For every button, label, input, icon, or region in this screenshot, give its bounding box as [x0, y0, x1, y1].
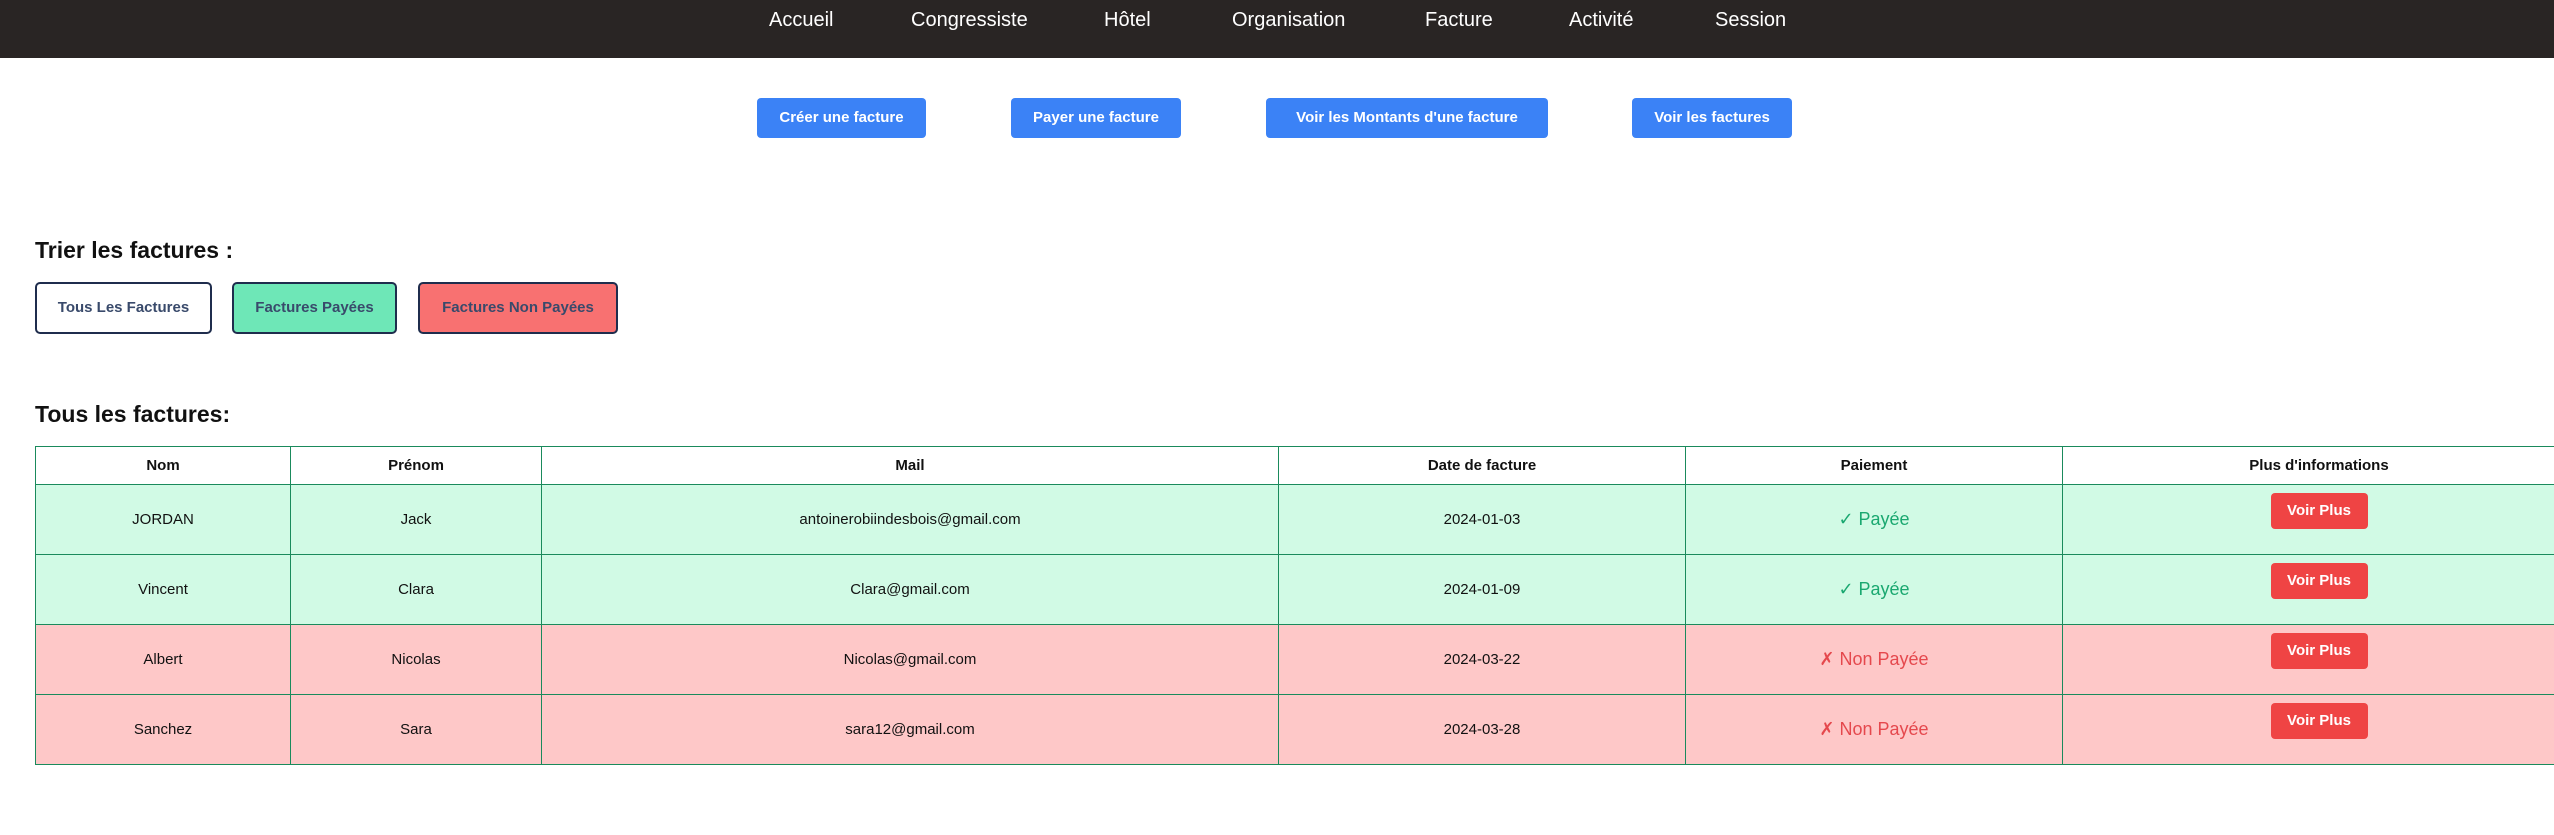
filter-unpaid-button[interactable]: Factures Non Payées	[418, 282, 618, 334]
cell-action: Voir Plus	[2062, 484, 2554, 555]
table-row: Sanchez Sara sara12@gmail.com 2024-03-28…	[35, 694, 2554, 765]
header-paiement: Paiement	[1685, 446, 2063, 485]
cell-mail: sara12@gmail.com	[541, 694, 1279, 765]
header-mail: Mail	[541, 446, 1279, 485]
see-more-button[interactable]: Voir Plus	[2270, 632, 2368, 669]
pay-invoice-button[interactable]: Payer une facture	[1011, 98, 1181, 138]
cell-action: Voir Plus	[2062, 694, 2554, 765]
see-more-button[interactable]: Voir Plus	[2270, 492, 2368, 529]
cell-status: ✗ Non Payée	[1685, 624, 2063, 695]
nav-item-congressiste[interactable]: Congressiste	[911, 6, 1028, 34]
unpaid-status-badge: ✗ Non Payée	[1819, 649, 1929, 669]
invoices-table-title: Tous les factures:	[35, 401, 231, 427]
cell-status: ✓ Payée	[1685, 554, 2063, 625]
nav-item-facture[interactable]: Facture	[1425, 6, 1493, 34]
cell-nom: Albert	[35, 624, 291, 695]
table-row: Albert Nicolas Nicolas@gmail.com 2024-03…	[35, 624, 2554, 695]
cell-prenom: Clara	[290, 554, 542, 625]
cell-nom: Vincent	[35, 554, 291, 625]
unpaid-status-badge: ✗ Non Payée	[1819, 719, 1929, 739]
filter-paid-button[interactable]: Factures Payées	[232, 282, 397, 334]
cell-status: ✓ Payée	[1685, 484, 2063, 555]
cell-nom: Sanchez	[35, 694, 291, 765]
cell-status: ✗ Non Payée	[1685, 694, 2063, 765]
header-date: Date de facture	[1278, 446, 1686, 485]
cell-mail: Nicolas@gmail.com	[541, 624, 1279, 695]
table-row: JORDAN Jack antoinerobiindesbois@gmail.c…	[35, 484, 2554, 555]
header-prenom: Prénom	[290, 446, 542, 485]
cell-date: 2024-03-22	[1278, 624, 1686, 695]
cell-prenom: Nicolas	[290, 624, 542, 695]
cell-action: Voir Plus	[2062, 554, 2554, 625]
table-header-row: Nom Prénom Mail Date de facture Paiement…	[35, 446, 2554, 485]
cell-date: 2024-01-09	[1278, 554, 1686, 625]
header-plus-infos: Plus d'informations	[2062, 446, 2554, 485]
filter-section-title: Trier les factures :	[35, 237, 234, 263]
view-invoices-button[interactable]: Voir les factures	[1632, 98, 1792, 138]
invoices-table: Nom Prénom Mail Date de facture Paiement…	[35, 446, 2554, 765]
paid-status-badge: ✓ Payée	[1838, 509, 1910, 529]
nav-item-organisation[interactable]: Organisation	[1232, 6, 1345, 34]
cell-date: 2024-01-03	[1278, 484, 1686, 555]
table-row: Vincent Clara Clara@gmail.com 2024-01-09…	[35, 554, 2554, 625]
header-nom: Nom	[35, 446, 291, 485]
paid-status-badge: ✓ Payée	[1838, 579, 1910, 599]
cell-prenom: Sara	[290, 694, 542, 765]
nav-item-session[interactable]: Session	[1715, 6, 1786, 34]
nav-item-activite[interactable]: Activité	[1569, 6, 1633, 34]
see-more-button[interactable]: Voir Plus	[2270, 562, 2368, 599]
cell-action: Voir Plus	[2062, 624, 2554, 695]
top-navbar: Accueil Congressiste Hôtel Organisation …	[0, 0, 2554, 58]
filter-all-button[interactable]: Tous Les Factures	[35, 282, 212, 334]
cell-mail: antoinerobiindesbois@gmail.com	[541, 484, 1279, 555]
cell-prenom: Jack	[290, 484, 542, 555]
cell-nom: JORDAN	[35, 484, 291, 555]
nav-item-hotel[interactable]: Hôtel	[1104, 6, 1151, 34]
cell-mail: Clara@gmail.com	[541, 554, 1279, 625]
view-invoice-amounts-button[interactable]: Voir les Montants d'une facture	[1266, 98, 1548, 138]
see-more-button[interactable]: Voir Plus	[2270, 702, 2368, 739]
create-invoice-button[interactable]: Créer une facture	[757, 98, 926, 138]
cell-date: 2024-03-28	[1278, 694, 1686, 765]
nav-item-accueil[interactable]: Accueil	[769, 6, 833, 34]
